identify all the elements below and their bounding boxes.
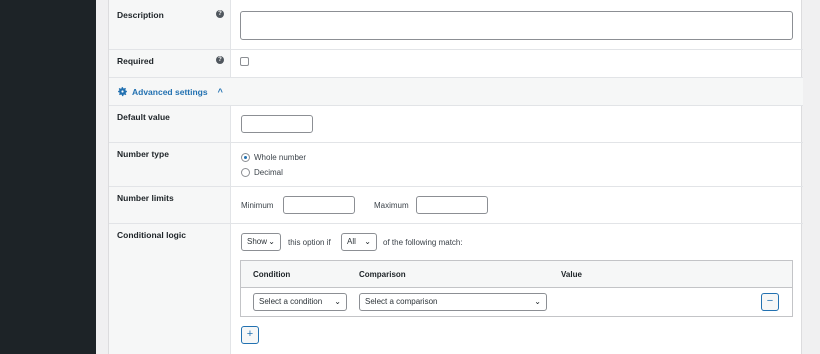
- advanced-settings-label: Advanced settings: [132, 86, 208, 97]
- conditions-table: Condition Comparison Value Select a cond…: [240, 260, 793, 317]
- required-row: Required ?: [109, 50, 803, 78]
- value-column-header: Value: [561, 270, 582, 279]
- comparison-column-header: Comparison: [359, 270, 406, 279]
- description-label: Description: [117, 10, 164, 20]
- match-text: of the following match:: [383, 238, 463, 247]
- gear-icon: [118, 87, 127, 97]
- number-type-row: Number type: [109, 143, 803, 187]
- comparison-select[interactable]: Select a comparison ⌄: [359, 293, 547, 311]
- maximum-label: Maximum: [374, 201, 409, 210]
- description-row: Description ?: [109, 0, 803, 50]
- whole-number-radio[interactable]: [241, 153, 250, 162]
- condition-text: this option if: [288, 238, 331, 247]
- decimal-label: Decimal: [254, 168, 283, 177]
- maximum-input[interactable]: [416, 196, 488, 214]
- chevron-down-icon: ⌄: [334, 297, 341, 306]
- number-type-label: Number type: [117, 149, 169, 159]
- minimum-input[interactable]: [283, 196, 355, 214]
- minimum-label: Minimum: [241, 201, 274, 210]
- help-icon[interactable]: ?: [216, 56, 224, 64]
- chevron-up-icon: ^: [217, 86, 223, 97]
- description-textarea[interactable]: [240, 11, 793, 40]
- admin-sidebar: [0, 0, 96, 354]
- conditional-logic-label: Conditional logic: [117, 230, 186, 240]
- match-select[interactable]: All ⌄: [341, 233, 377, 251]
- default-value-row: Default value: [109, 106, 803, 143]
- condition-select[interactable]: Select a condition ⌄: [253, 293, 347, 311]
- advanced-settings-toggle[interactable]: Advanced settings ^: [117, 86, 223, 97]
- decimal-radio[interactable]: [241, 168, 250, 177]
- condition-column-header: Condition: [253, 270, 291, 279]
- add-condition-button[interactable]: +: [241, 326, 259, 344]
- field-settings-panel: Description ? Required ? Advanced settin…: [108, 0, 803, 354]
- required-label: Required: [117, 56, 154, 66]
- chevron-down-icon: ⌄: [364, 237, 371, 246]
- remove-condition-button[interactable]: −: [761, 293, 779, 311]
- help-icon[interactable]: ?: [216, 10, 224, 18]
- chevron-down-icon: ⌄: [268, 237, 275, 246]
- chevron-down-icon: ⌄: [534, 297, 541, 306]
- whole-number-label: Whole number: [254, 153, 307, 162]
- conditions-table-header: Condition Comparison Value: [241, 261, 792, 288]
- action-select[interactable]: Show ⌄: [241, 233, 281, 251]
- required-checkbox[interactable]: [240, 57, 249, 66]
- number-limits-label: Number limits: [117, 193, 174, 203]
- default-value-input[interactable]: [241, 115, 313, 133]
- default-value-label: Default value: [117, 112, 170, 122]
